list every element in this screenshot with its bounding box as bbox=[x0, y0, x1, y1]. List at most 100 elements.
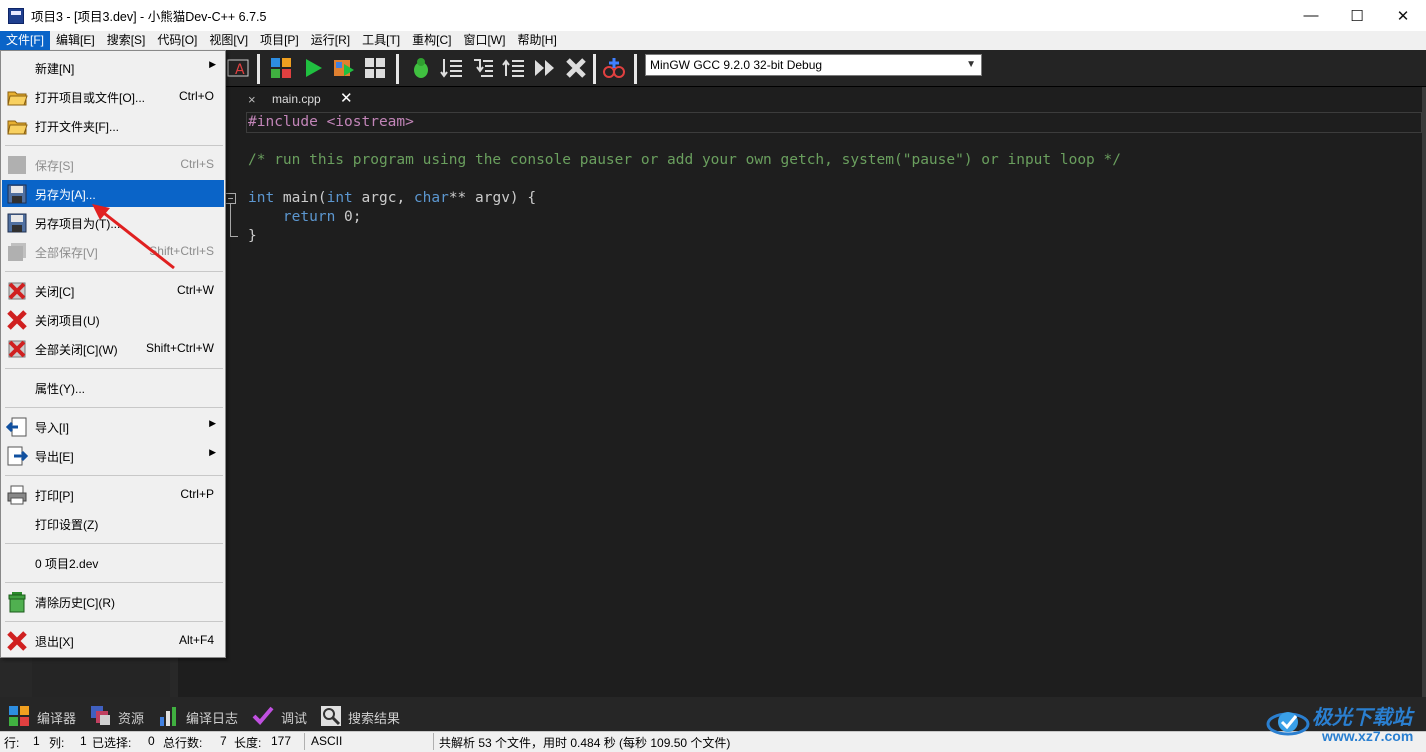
tab-compiler[interactable]: 编译器 bbox=[37, 708, 76, 727]
menu-separator bbox=[5, 475, 223, 476]
compile-icon[interactable] bbox=[269, 56, 293, 80]
menu-recent-project-label: 0 项目2.dev bbox=[35, 557, 99, 571]
run-icon[interactable] bbox=[301, 56, 325, 80]
tab-label: main.cpp bbox=[272, 92, 321, 106]
save-all-icon bbox=[8, 243, 26, 261]
code-text: ** argv) { bbox=[448, 190, 537, 206]
current-line-highlight bbox=[246, 112, 1422, 133]
minimize-button[interactable]: — bbox=[1288, 0, 1334, 31]
code-editor[interactable] bbox=[178, 87, 1422, 697]
step-over-icon[interactable] bbox=[440, 56, 464, 80]
tab-resources[interactable]: 资源 bbox=[118, 708, 144, 727]
keyword: return bbox=[248, 209, 336, 225]
shortcut: Ctrl+W bbox=[177, 283, 214, 297]
menu-export[interactable]: 导出[E] ▶ bbox=[2, 442, 224, 469]
save-as-icon bbox=[7, 184, 27, 204]
menu-close[interactable]: 关闭[C] Ctrl+W bbox=[2, 277, 224, 304]
status-length-label: 长度: bbox=[234, 736, 262, 750]
menu-open-project-or-file-label: 打开项目或文件[O]... bbox=[35, 91, 146, 105]
menu-bar: 文件[F] 编辑[E] 搜索[S] 代码[O] 视图[V] 项目[P] 运行[R… bbox=[0, 31, 1426, 50]
fold-toggle-icon[interactable] bbox=[225, 193, 236, 204]
menu-print-setup[interactable]: 打印设置(Z) bbox=[2, 510, 224, 537]
format-icon[interactable]: A bbox=[226, 56, 250, 80]
editor-scrollbar[interactable] bbox=[1422, 87, 1426, 697]
menu-close-project-label: 关闭项目(U) bbox=[35, 314, 100, 328]
compile-run-icon[interactable] bbox=[332, 56, 356, 80]
trash-icon bbox=[8, 592, 26, 613]
exit-icon bbox=[7, 631, 27, 651]
folder-open-icon bbox=[7, 120, 28, 135]
submenu-arrow-icon: ▶ bbox=[209, 59, 216, 69]
close-icon[interactable]: × bbox=[248, 92, 256, 107]
watermark-logo bbox=[1266, 712, 1310, 736]
export-icon bbox=[7, 446, 28, 466]
app-icon bbox=[8, 7, 24, 24]
menu-project[interactable]: 项目[P] bbox=[254, 31, 305, 50]
compile-log-icon bbox=[160, 707, 176, 726]
menu-close-all-label: 全部关闭[C](W) bbox=[35, 343, 118, 357]
menu-clear-history[interactable]: 清除历史[C](R) bbox=[2, 588, 224, 615]
menu-save[interactable]: 保存[S] Ctrl+S bbox=[2, 151, 224, 178]
submenu-arrow-icon: ▶ bbox=[209, 418, 216, 428]
stop-debug-icon[interactable] bbox=[564, 56, 588, 80]
menu-exit[interactable]: 退出[X] Alt+F4 bbox=[2, 627, 224, 654]
menu-export-label: 导出[E] bbox=[35, 450, 74, 464]
menu-open-project-or-file[interactable]: 打开项目或文件[O]... Ctrl+O bbox=[2, 83, 224, 110]
menu-refactor[interactable]: 重构[C] bbox=[406, 31, 457, 50]
menu-properties[interactable]: 属性(Y)... bbox=[2, 374, 224, 401]
step-out-icon[interactable] bbox=[502, 56, 526, 80]
menu-view[interactable]: 视图[V] bbox=[203, 31, 254, 50]
search-icon bbox=[321, 706, 341, 726]
menu-import[interactable]: 导入[I] ▶ bbox=[2, 413, 224, 440]
toolbar-separator bbox=[634, 54, 637, 84]
folder-open-icon bbox=[7, 91, 28, 106]
menu-window[interactable]: 窗口[W] bbox=[457, 31, 511, 50]
status-selected-value: 0 bbox=[148, 734, 155, 748]
menu-close-label: 关闭[C] bbox=[35, 285, 75, 299]
window-title: 项目3 - [项目3.dev] - 小熊猫Dev-C++ 6.7.5 bbox=[31, 10, 267, 24]
shortcut: Ctrl+P bbox=[180, 487, 214, 501]
resources-icon bbox=[91, 706, 110, 725]
submenu-arrow-icon: ▶ bbox=[209, 447, 216, 457]
menu-close-project[interactable]: 关闭项目(U) bbox=[2, 306, 224, 333]
menu-edit[interactable]: 编辑[E] bbox=[50, 31, 101, 50]
menu-separator bbox=[5, 582, 223, 583]
compiler-select[interactable]: MinGW GCC 9.2.0 32-bit Debug ▼ bbox=[645, 54, 982, 76]
status-encoding[interactable]: ASCII bbox=[311, 734, 342, 748]
rebuild-icon[interactable] bbox=[363, 56, 387, 80]
menu-print[interactable]: 打印[P] Ctrl+P bbox=[2, 481, 224, 508]
keyword: int bbox=[248, 190, 275, 206]
code-text: 0; bbox=[335, 209, 362, 225]
menu-recent-project[interactable]: 0 项目2.dev bbox=[2, 549, 224, 576]
continue-icon[interactable] bbox=[533, 56, 557, 80]
menu-code[interactable]: 代码[O] bbox=[151, 31, 203, 50]
add-watch-icon[interactable] bbox=[602, 56, 626, 80]
step-into-icon[interactable] bbox=[471, 56, 495, 80]
status-col-value: 1 bbox=[80, 734, 87, 748]
tab-close-icon[interactable]: ✕ bbox=[340, 89, 353, 107]
menu-open-folder[interactable]: 打开文件夹[F]... bbox=[2, 112, 224, 139]
menu-search[interactable]: 搜索[S] bbox=[101, 31, 152, 50]
menu-close-all[interactable]: 全部关闭[C](W) Shift+Ctrl+W bbox=[2, 335, 224, 362]
maximize-button[interactable]: ☐ bbox=[1334, 0, 1380, 31]
close-window-button[interactable]: ✕ bbox=[1380, 0, 1426, 31]
editor-tab-bar bbox=[178, 87, 1422, 111]
fold-end bbox=[230, 236, 238, 237]
code-line-7: } bbox=[248, 228, 257, 244]
menu-tools[interactable]: 工具[T] bbox=[356, 31, 406, 50]
menu-run[interactable]: 运行[R] bbox=[305, 31, 356, 50]
menu-print-setup-label: 打印设置(Z) bbox=[35, 518, 99, 532]
menu-help[interactable]: 帮助[H] bbox=[511, 31, 562, 50]
status-total-lines-label: 总行数: bbox=[163, 736, 203, 750]
menu-exit-label: 退出[X] bbox=[35, 635, 74, 649]
tab-compile-log[interactable]: 编译日志 bbox=[186, 708, 238, 727]
menu-separator bbox=[5, 368, 223, 369]
compiler-icon bbox=[9, 706, 29, 726]
code-text: main( bbox=[274, 190, 327, 206]
menu-new[interactable]: 新建[N] ▶ bbox=[2, 54, 224, 81]
menu-file[interactable]: 文件[F] bbox=[0, 31, 50, 50]
tab-search-results[interactable]: 搜索结果 bbox=[348, 708, 400, 727]
debug-icon[interactable] bbox=[409, 56, 433, 80]
tab-debug[interactable]: 调试 bbox=[281, 708, 307, 727]
shortcut: Alt+F4 bbox=[178, 633, 214, 647]
